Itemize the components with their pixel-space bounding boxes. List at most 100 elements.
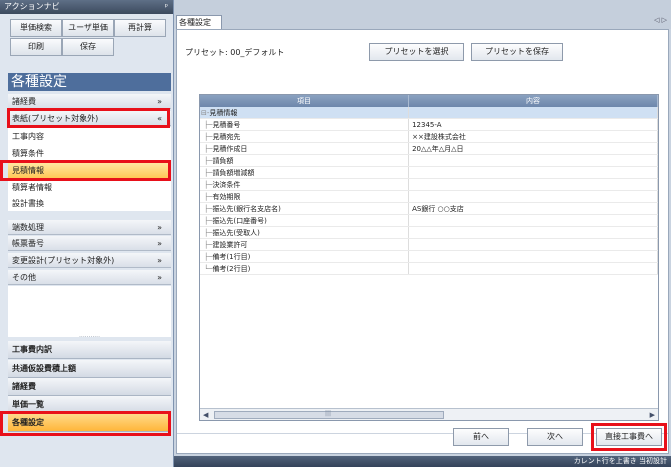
preset-label: プリセット: 00_デフォルト <box>185 48 285 57</box>
row-value[interactable] <box>409 167 658 178</box>
section-header: 各種設定 <box>8 73 171 91</box>
tab-scroll-arrows[interactable]: ◁ ▷ <box>654 16 667 24</box>
save-button[interactable]: 保存 <box>62 38 114 56</box>
print-button[interactable]: 印刷 <box>10 38 62 56</box>
highlight-box <box>0 160 171 181</box>
row-item: 請負額 <box>212 157 234 165</box>
row-item: 見積作成日 <box>212 145 248 153</box>
chevron-down-icon: » <box>157 223 162 232</box>
row-value[interactable] <box>409 239 658 250</box>
price-search-button[interactable]: 単価検索 <box>10 19 62 37</box>
chevron-down-icon: » <box>157 239 162 248</box>
table-row[interactable]: ├─振込先(受取人) <box>200 227 658 239</box>
highlight-box <box>591 423 667 451</box>
row-value[interactable] <box>409 155 658 166</box>
row-value[interactable]: 20△△年△月△日 <box>409 143 658 154</box>
tab-bar: 各種設定 ◁ ▷ <box>174 14 671 29</box>
nav-common-temporary[interactable]: 共通仮設費積上額 <box>8 360 171 378</box>
status-bar: カレント行を上書き 当初設計 <box>174 456 671 467</box>
category-form-number[interactable]: 帳票番号 » <box>8 236 171 251</box>
navigator-title: アクションナビ <box>4 2 60 11</box>
empty-area <box>8 286 171 337</box>
row-item: 備考(1行目) <box>212 253 251 261</box>
user-price-button[interactable]: ユーザ単価 <box>62 19 114 37</box>
group-label: 見積情報 <box>209 109 238 117</box>
row-value[interactable] <box>409 227 658 238</box>
table-row[interactable]: ├─見積宛先 ××建設株式会社 <box>200 131 658 143</box>
scroll-right-icon[interactable]: ▶ <box>650 409 655 420</box>
action-navigator: アクションナビ ᵖ 単価検索 ユーザ単価 再計算 印刷 保存 各種設定 諸経費 … <box>0 0 174 467</box>
next-button[interactable]: 次へ <box>527 428 583 446</box>
horizontal-scrollbar[interactable]: ◀ ||| ▶ <box>200 408 658 420</box>
table-row[interactable]: └─備考(2行目) <box>200 263 658 275</box>
table-row[interactable]: ├─見積作成日 20△△年△月△日 <box>200 143 658 155</box>
settings-panel: プリセット: 00_デフォルト プリセットを選択 プリセットを保存 項目 内容 … <box>176 29 669 454</box>
category-label: 変更設計(プリセット対象外) <box>12 256 115 265</box>
highlight-box <box>0 411 171 436</box>
row-item: 決済条件 <box>212 181 241 189</box>
column-header-item[interactable]: 項目 <box>200 95 410 107</box>
pin-icon[interactable]: ᵖ <box>165 0 168 14</box>
row-item: 振込先(受取人) <box>212 229 260 237</box>
category-label: 帳票番号 <box>12 239 44 248</box>
category-overhead[interactable]: 諸経費 » <box>8 94 171 109</box>
navigator-title-bar: アクションナビ ᵖ <box>0 0 173 14</box>
table-row[interactable]: ├─振込先(口座番号) <box>200 215 658 227</box>
row-item: 見積宛先 <box>212 133 241 141</box>
splitter-grip[interactable]: ··········· <box>8 334 171 341</box>
recalculate-button[interactable]: 再計算 <box>114 19 166 37</box>
row-item: 建設業許可 <box>212 241 248 249</box>
row-item: 見積番号 <box>212 121 241 129</box>
chevron-down-icon: » <box>157 273 162 282</box>
row-item: 備考(2行目) <box>212 265 251 273</box>
scroll-left-icon[interactable]: ◀ <box>203 409 208 420</box>
row-value[interactable] <box>409 263 658 274</box>
grid-header: 項目 内容 <box>200 95 658 107</box>
tab-label: 各種設定 <box>179 18 211 27</box>
row-value[interactable] <box>409 179 658 190</box>
table-row[interactable]: ├─有効期限 <box>200 191 658 203</box>
category-label: 端数処理 <box>12 223 44 232</box>
column-header-value[interactable]: 内容 <box>409 95 658 107</box>
highlight-box <box>7 108 170 128</box>
chevron-down-icon: » <box>157 256 162 265</box>
nav-work-cost-breakdown[interactable]: 工事費内訳 <box>8 341 171 359</box>
table-row[interactable]: ├─建設業許可 <box>200 239 658 251</box>
category-other[interactable]: その他 » <box>8 270 171 285</box>
sub-item-estimate-conditions[interactable]: 積算条件 <box>8 146 171 161</box>
table-row[interactable]: ├─備考(1行目) <box>200 251 658 263</box>
category-change-design[interactable]: 変更設計(プリセット対象外) » <box>8 253 171 268</box>
table-row[interactable]: ├─振込先(銀行名支店名) AS銀行 ○○支店 <box>200 203 658 215</box>
sub-item-design-replace[interactable]: 設計書換 <box>8 196 171 211</box>
scroll-thumb[interactable]: ||| <box>214 410 444 419</box>
row-value[interactable] <box>409 191 658 202</box>
nav-overhead[interactable]: 諸経費 <box>8 378 171 396</box>
table-row[interactable]: ├─見積番号 12345-A <box>200 119 658 131</box>
table-row[interactable]: ├─請負額増減額 <box>200 167 658 179</box>
sub-item-work-content[interactable]: 工事内容 <box>8 129 171 144</box>
row-value[interactable]: AS銀行 ○○支店 <box>409 203 658 214</box>
table-row[interactable]: ├─請負額 <box>200 155 658 167</box>
row-value[interactable]: 12345-A <box>409 119 658 130</box>
row-value[interactable] <box>409 215 658 226</box>
row-value[interactable] <box>409 251 658 262</box>
category-rounding[interactable]: 端数処理 » <box>8 220 171 235</box>
grip-icon: ||| <box>325 410 332 417</box>
chevron-down-icon: » <box>157 97 162 106</box>
row-item: 請負額増減額 <box>212 169 255 177</box>
prev-button[interactable]: 前へ <box>453 428 509 446</box>
save-preset-button[interactable]: プリセットを保存 <box>471 43 563 61</box>
category-label: その他 <box>12 273 36 282</box>
row-item: 有効期限 <box>212 193 241 201</box>
category-label: 諸経費 <box>12 97 36 106</box>
title-strip <box>174 0 671 14</box>
row-value[interactable]: ××建設株式会社 <box>409 131 658 142</box>
sub-item-estimator-info[interactable]: 積算者情報 <box>8 180 171 195</box>
group-row[interactable]: ⊟-見積情報 <box>200 107 658 119</box>
table-row[interactable]: ├─決済条件 <box>200 179 658 191</box>
select-preset-button[interactable]: プリセットを選択 <box>369 43 464 61</box>
tab-settings[interactable]: 各種設定 <box>176 15 222 29</box>
property-grid: 項目 内容 ⊟-見積情報 ├─見積番号 12345-A ├─見積宛先 ××建設株式会… <box>199 94 659 421</box>
row-item: 振込先(口座番号) <box>212 217 267 225</box>
row-item: 振込先(銀行名支店名) <box>212 205 281 213</box>
